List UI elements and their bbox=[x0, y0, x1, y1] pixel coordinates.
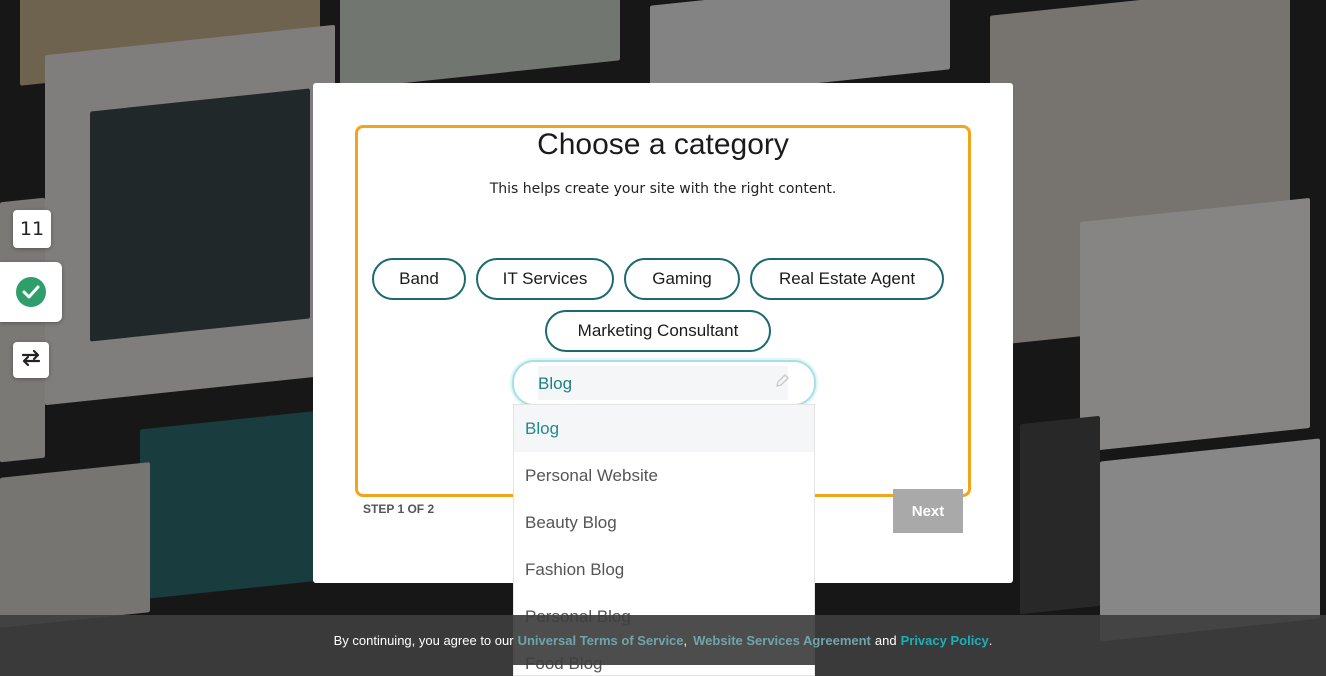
consent-footer: By continuing, you agree to our Universa… bbox=[0, 615, 1326, 665]
chip-real-estate-agent[interactable]: Real Estate Agent bbox=[750, 258, 944, 300]
category-combobox[interactable]: Blog bbox=[512, 360, 816, 406]
option-beauty-blog[interactable]: Beauty Blog bbox=[514, 499, 814, 546]
option-personal-website[interactable]: Personal Website bbox=[514, 452, 814, 499]
chip-it-services[interactable]: IT Services bbox=[476, 258, 614, 300]
combobox-value: Blog bbox=[538, 374, 573, 393]
chip-marketing-consultant[interactable]: Marketing Consultant bbox=[545, 310, 771, 352]
footer-period: . bbox=[988, 632, 993, 648]
modal-subtitle: This helps create your site with the rig… bbox=[489, 181, 837, 197]
footer-and: and bbox=[874, 632, 897, 648]
modal-title: Choose a category bbox=[537, 128, 789, 161]
check-icon bbox=[16, 277, 46, 307]
step-indicator: STEP 1 OF 2 bbox=[363, 502, 435, 516]
privacy-link[interactable]: Privacy Policy bbox=[901, 633, 989, 648]
swap-icon bbox=[20, 349, 42, 371]
footer-prefix: By continuing, you agree to our bbox=[333, 632, 514, 648]
count-badge[interactable]: 11 bbox=[13, 210, 51, 248]
next-button[interactable]: Next bbox=[893, 489, 963, 533]
pencil-icon[interactable] bbox=[774, 373, 790, 393]
terms-link[interactable]: Universal Terms of Service bbox=[518, 633, 684, 648]
swap-button[interactable] bbox=[13, 342, 49, 378]
done-button[interactable] bbox=[0, 262, 62, 322]
option-fashion-blog[interactable]: Fashion Blog bbox=[514, 546, 814, 593]
option-blog[interactable]: Blog bbox=[514, 405, 814, 452]
chip-band[interactable]: Band bbox=[372, 258, 466, 300]
combobox-input-area bbox=[538, 366, 788, 400]
agreement-link[interactable]: Website Services Agreement bbox=[693, 633, 871, 648]
chip-gaming[interactable]: Gaming bbox=[624, 258, 740, 300]
footer-comma: , bbox=[683, 632, 688, 648]
